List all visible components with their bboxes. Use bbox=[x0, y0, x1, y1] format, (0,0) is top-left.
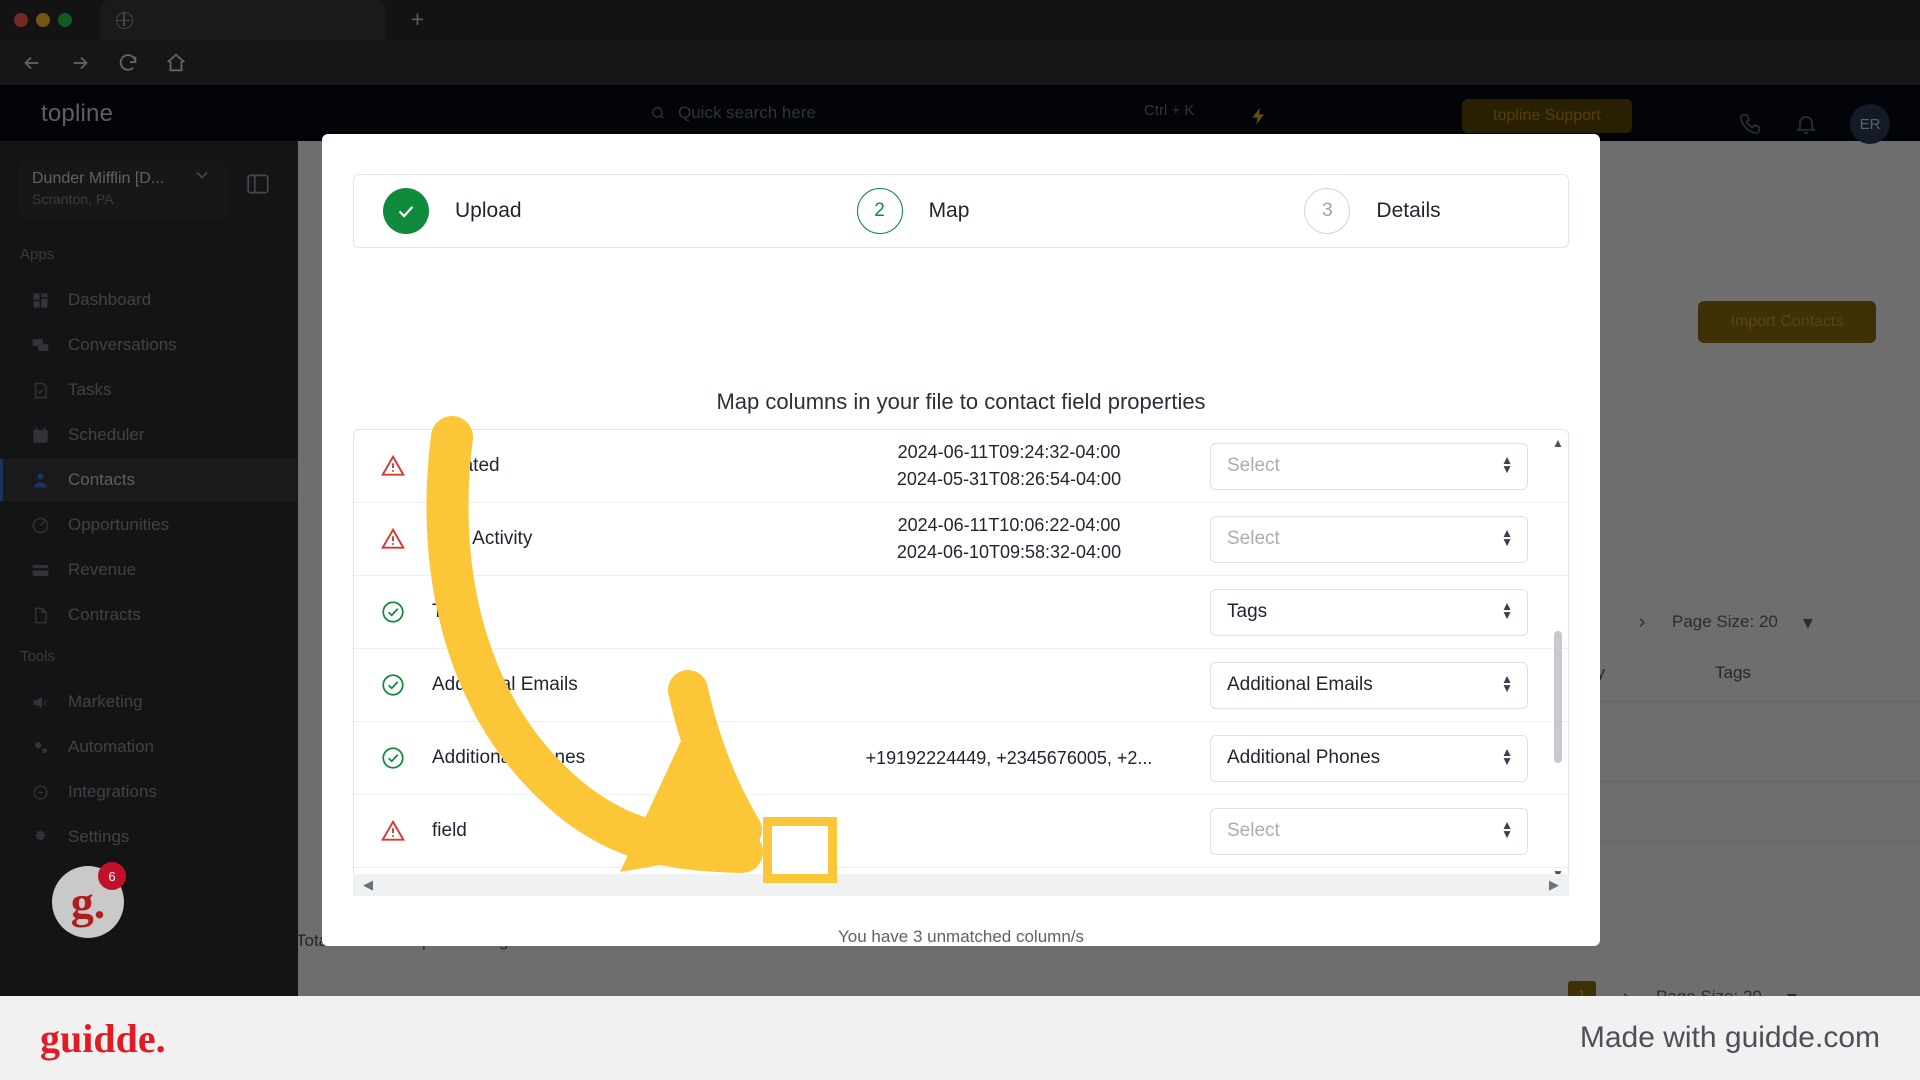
chevron-updown-icon: ▲ ▼ bbox=[1501, 671, 1513, 695]
table-row: field Select ▲ ▼ bbox=[354, 795, 1568, 868]
horizontal-scrollbar[interactable]: ◀ ▶ bbox=[353, 874, 1569, 896]
check-circle-icon bbox=[354, 745, 432, 771]
step-number: 2 bbox=[856, 188, 903, 234]
made-with-guidde-label: Made with guidde.com bbox=[1579, 1021, 1880, 1054]
table-row: Additional Phones +19192224449, +2345676… bbox=[354, 722, 1568, 795]
field-select-value: Select bbox=[1227, 820, 1280, 841]
table-row: Last Activity 2024-06-11T10:06:22-04:00 … bbox=[354, 503, 1568, 576]
field-select[interactable]: Additional Emails ▲ ▼ bbox=[1210, 661, 1528, 709]
field-select-value: Additional Phones bbox=[1227, 747, 1381, 768]
table-row: Tags Tags ▲ ▼ bbox=[354, 576, 1568, 649]
chevron-updown-icon: ▲ ▼ bbox=[1501, 817, 1513, 841]
field-select-value: Additional Emails bbox=[1227, 674, 1373, 695]
chevron-updown-icon: ▲ ▼ bbox=[1501, 598, 1513, 622]
field-select-value: Tags bbox=[1227, 601, 1268, 622]
column-mapping-table: Created 2024-06-11T09:24:32-04:00 2024-0… bbox=[353, 429, 1569, 886]
source-column-name: Additional Phones bbox=[432, 747, 586, 768]
unmatched-columns-message: You have 3 unmatched column/s bbox=[837, 927, 1085, 946]
step-details[interactable]: 3 Details bbox=[1304, 188, 1441, 234]
field-select[interactable]: Tags ▲ ▼ bbox=[1210, 588, 1528, 636]
check-circle-icon bbox=[354, 672, 432, 698]
sample-values: +19192224449, +2345676005, +2... bbox=[865, 747, 1153, 768]
guidde-logo: guidde. bbox=[40, 1015, 166, 1061]
field-select[interactable]: Select ▲ ▼ bbox=[1210, 807, 1528, 855]
step-number: 3 bbox=[1304, 188, 1351, 234]
import-stepper: Upload 2 Map 3 Details bbox=[353, 174, 1569, 248]
sample-values: 2024-06-11T10:06:22-04:00 2024-06-10T09:… bbox=[896, 515, 1122, 562]
step-upload[interactable]: Upload bbox=[383, 188, 522, 234]
scroll-right-icon[interactable]: ▶ bbox=[1549, 877, 1559, 893]
guidde-footer: guidde. Made with guidde.com bbox=[0, 996, 1920, 1080]
sample-values: 2024-06-11T09:24:32-04:00 2024-05-31T08:… bbox=[896, 442, 1122, 489]
field-select-value: Select bbox=[1227, 455, 1280, 476]
step-map[interactable]: 2 Map bbox=[856, 188, 970, 234]
source-column-name: field bbox=[432, 820, 467, 841]
scrollbar-thumb[interactable] bbox=[1554, 631, 1562, 763]
vertical-scrollbar[interactable]: ▲ ▼ bbox=[1552, 436, 1564, 881]
step-label: Map bbox=[928, 199, 970, 222]
source-column-name: Last Activity bbox=[432, 528, 533, 549]
step-label: Details bbox=[1376, 199, 1441, 222]
source-column-name: Additional Emails bbox=[432, 674, 578, 695]
check-circle-icon bbox=[354, 599, 432, 625]
scroll-left-icon[interactable]: ◀ bbox=[363, 877, 373, 893]
check-icon bbox=[383, 188, 429, 234]
import-mapping-modal: Upload 2 Map 3 Details Map columns in yo… bbox=[322, 134, 1600, 946]
step-label: Upload bbox=[455, 199, 522, 222]
chevron-updown-icon: ▲ ▼ bbox=[1501, 452, 1513, 476]
field-select[interactable]: Additional Phones ▲ ▼ bbox=[1210, 734, 1528, 782]
modal-title: Map columns in your file to contact fiel… bbox=[716, 389, 1206, 414]
chevron-updown-icon: ▲ ▼ bbox=[1501, 525, 1513, 549]
checkbox-highlight-annotation bbox=[763, 817, 837, 883]
field-select[interactable]: Select ▲ ▼ bbox=[1210, 515, 1528, 563]
table-row: Additional Emails Additional Emails ▲ ▼ bbox=[354, 649, 1568, 722]
warning-icon bbox=[354, 526, 432, 552]
warning-icon bbox=[354, 818, 432, 844]
guidde-notification-count: 6 bbox=[98, 862, 126, 890]
source-column-name: Tags bbox=[432, 601, 473, 622]
warning-icon bbox=[354, 453, 432, 479]
field-select[interactable]: Select ▲ ▼ bbox=[1210, 442, 1528, 490]
source-column-name: Created bbox=[432, 455, 500, 476]
field-select-value: Select bbox=[1227, 528, 1280, 549]
table-row: Created 2024-06-11T09:24:32-04:00 2024-0… bbox=[354, 430, 1568, 503]
scroll-up-icon[interactable]: ▲ bbox=[1552, 436, 1564, 450]
chevron-updown-icon: ▲ ▼ bbox=[1501, 744, 1513, 768]
